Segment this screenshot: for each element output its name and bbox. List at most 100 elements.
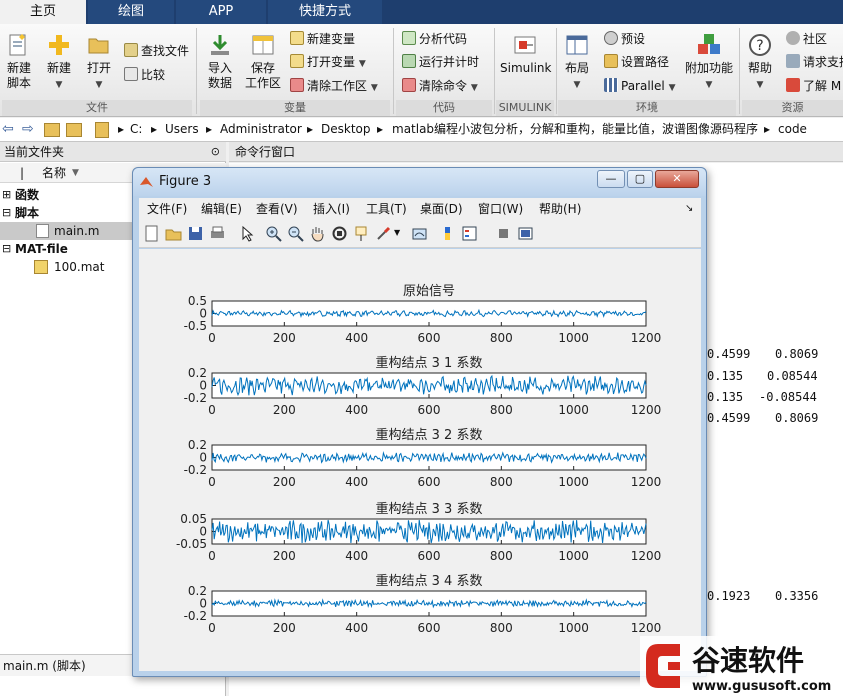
chevron-down-icon: ▼ <box>470 83 478 93</box>
clear-commands-button[interactable]: 清除命令 ▼ <box>402 77 478 95</box>
print-icon[interactable] <box>209 225 226 242</box>
y-tick-label: -0.2 <box>184 391 207 405</box>
browse-folder-icon[interactable] <box>66 123 82 137</box>
tab-apps[interactable]: APP <box>176 0 266 24</box>
menu-view[interactable]: 查看(V) <box>256 198 298 220</box>
y-tick-label: -0.2 <box>184 609 207 623</box>
open-file-icon[interactable] <box>165 225 182 242</box>
minimize-button[interactable]: — <box>597 170 625 188</box>
x-tick-label: 1200 <box>631 331 662 345</box>
tab-shortcuts[interactable]: 快捷方式 <box>268 0 382 24</box>
parallel-icon <box>604 78 618 92</box>
menu-window[interactable]: 窗口(W) <box>478 198 523 220</box>
menu-desktop[interactable]: 桌面(D) <box>420 198 463 220</box>
brush-icon[interactable] <box>375 225 392 242</box>
request-support-button[interactable]: 请求支持 <box>786 53 843 71</box>
simulink-button[interactable]: Simulink <box>500 32 551 76</box>
collapse-icon[interactable]: ⊟ <box>2 240 11 258</box>
x-tick-label: 1200 <box>631 475 662 489</box>
path-segment-project[interactable]: matlab编程小波包分析，分解和重构，能量比值，波谱图像源码程序 <box>392 118 758 141</box>
compare-button[interactable]: 比较 <box>124 66 165 84</box>
file-name: main.m <box>54 224 100 238</box>
new-script-button[interactable]: 新建 脚本 <box>4 32 34 91</box>
community-button[interactable]: 社区 <box>786 30 827 48</box>
link-plot-icon[interactable] <box>411 225 428 242</box>
maximize-button[interactable]: ▢ <box>627 170 653 188</box>
new-button[interactable]: 新建 ▼ <box>44 32 74 93</box>
menu-insert[interactable]: 插入(I) <box>313 198 350 220</box>
menubar-dock-icon[interactable]: ↘ <box>685 198 693 220</box>
colorbar-icon[interactable] <box>439 225 456 242</box>
find-files-button[interactable]: 查找文件 <box>124 42 189 60</box>
save-icon[interactable] <box>187 225 204 242</box>
figure-titlebar[interactable]: Figure 3 — ▢ ✕ <box>133 168 706 196</box>
data-cursor-icon[interactable] <box>353 225 370 242</box>
layout-button[interactable]: 布局 ▼ <box>562 32 592 93</box>
path-segment-users[interactable]: Users <box>165 118 199 141</box>
tab-plots[interactable]: 绘图 <box>88 0 174 24</box>
pointer-icon[interactable] <box>239 225 256 242</box>
clear-workspace-button[interactable]: 清除工作区 ▼ <box>290 77 378 95</box>
chevron-down-icon[interactable]: ▼ <box>394 228 400 237</box>
hide-plot-tools-icon[interactable] <box>495 225 512 242</box>
matrix-cell: 0.4599 <box>707 411 751 425</box>
x-tick-label: 1200 <box>631 621 662 635</box>
run-and-time-button[interactable]: 运行并计时 <box>402 53 479 71</box>
x-tick-label: 200 <box>273 331 296 345</box>
legend-icon[interactable] <box>461 225 478 242</box>
open-button[interactable]: 打开 ▼ <box>84 32 114 93</box>
save-workspace-label: 保存 工作区 <box>244 61 281 90</box>
chevron-down-icon: ▼ <box>705 80 713 90</box>
matrix-cell: 0.135 <box>707 390 744 404</box>
menu-tools[interactable]: 工具(T) <box>366 198 407 220</box>
path-segment-c[interactable]: C: <box>130 118 142 141</box>
eraser-icon <box>402 78 416 92</box>
close-button[interactable]: ✕ <box>655 170 699 188</box>
zoom-in-icon[interactable] <box>265 225 282 242</box>
preferences-button[interactable]: 预设 <box>604 30 645 48</box>
support-icon <box>786 54 800 68</box>
learn-matlab-button[interactable]: 了解 M <box>786 77 841 95</box>
name-column-label: 名称 <box>42 166 67 180</box>
analyze-code-button[interactable]: 分析代码 <box>402 30 467 48</box>
import-data-button[interactable]: 导入 数据 <box>203 32 237 91</box>
x-tick-label: 200 <box>273 403 296 417</box>
help-button[interactable]: ? 帮助 ▼ <box>744 32 776 93</box>
help-label: 帮助 <box>747 61 772 75</box>
up-folder-icon[interactable] <box>44 123 60 137</box>
path-segment-code[interactable]: code <box>778 118 807 141</box>
new-variable-button[interactable]: 新建变量 <box>290 30 355 48</box>
zoom-out-icon[interactable] <box>287 225 304 242</box>
path-segment-administrator[interactable]: Administrator <box>220 118 302 141</box>
new-figure-icon[interactable] <box>143 225 160 242</box>
figure-toolbar: ▼ <box>139 220 701 248</box>
menu-help[interactable]: 帮助(H) <box>539 198 581 220</box>
menu-file[interactable]: 文件(F) <box>147 198 187 220</box>
collapse-icon[interactable]: ⊟ <box>2 204 11 222</box>
pan-hand-icon[interactable] <box>309 225 326 242</box>
figure-window[interactable]: Figure 3 — ▢ ✕ 文件(F) 编辑(E) 查看(V) 插入(I) 工… <box>132 167 707 677</box>
back-arrow-icon[interactable]: ⇦ <box>2 118 14 141</box>
show-plot-tools-icon[interactable] <box>517 225 534 242</box>
folder-open-icon <box>88 38 109 54</box>
save-workspace-button[interactable]: 保存 工作区 <box>244 32 282 91</box>
subplot-title: 原始信号 <box>403 284 455 299</box>
panel-menu-icon[interactable]: ⊙ <box>211 142 220 162</box>
path-segment-desktop[interactable]: Desktop <box>321 118 371 141</box>
path-separator: ▸ <box>764 122 771 136</box>
expand-icon[interactable]: ⊞ <box>2 186 11 204</box>
parallel-button[interactable]: Parallel ▼ <box>604 77 675 95</box>
open-variable-button[interactable]: 打开变量 ▼ <box>290 53 366 71</box>
chevron-down-icon: ▼ <box>55 80 63 90</box>
menu-edit[interactable]: 编辑(E) <box>201 198 242 220</box>
tab-home[interactable]: 主页 <box>0 0 86 24</box>
x-tick-label: 400 <box>345 331 368 345</box>
rotate-3d-icon[interactable] <box>331 225 348 242</box>
addons-button[interactable]: 附加功能 ▼ <box>684 32 734 93</box>
addons-cubes-icon <box>698 34 720 54</box>
figure-canvas[interactable]: 原始信号 0.5 0 -0.5 0 200 400 600 800 1000 1200 重构结点 3 … <box>139 249 701 671</box>
set-path-button[interactable]: 设置路径 <box>604 53 669 71</box>
import-arrow-icon <box>211 35 229 55</box>
section-label: MAT-file <box>15 242 68 256</box>
forward-arrow-icon[interactable]: ⇨ <box>22 118 34 141</box>
